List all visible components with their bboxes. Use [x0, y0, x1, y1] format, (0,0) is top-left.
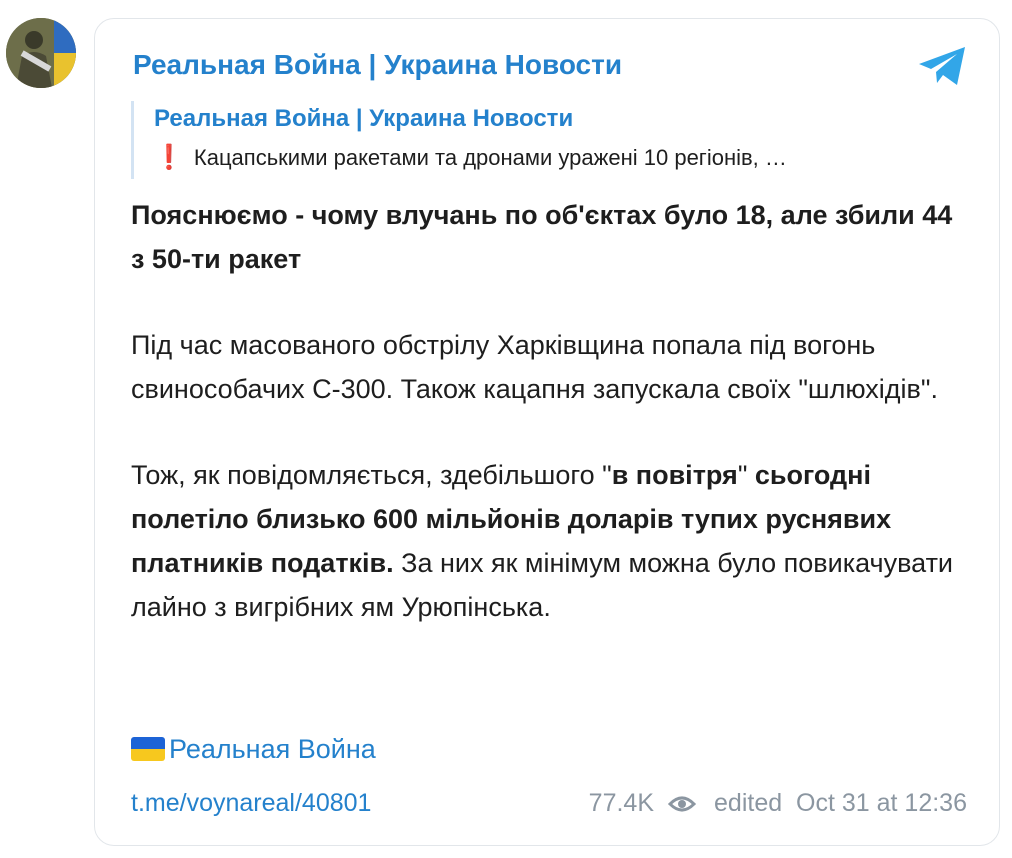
reply-title: Реальная Война | Украина Новости: [154, 105, 574, 132]
message-paragraph-3: Тож, як повідомляється, здебільшого "в п…: [131, 453, 961, 629]
signature-text: Реальная Война: [169, 734, 376, 764]
eye-icon: [668, 796, 697, 811]
reply-quote[interactable]: Реальная Война | Украина Новости ❗ Кацапс…: [131, 101, 957, 179]
exclamation-icon: ❗: [154, 144, 184, 171]
signature-link[interactable]: Реальная Война: [131, 734, 376, 765]
channel-name-link[interactable]: Реальная Война | Украина Новости: [133, 49, 622, 81]
avatar-image: [6, 18, 76, 88]
ukraine-flag-icon: [131, 737, 165, 761]
post-meta: 77.4K edited Oct 31 at 12:36: [589, 789, 967, 818]
message-card: Реальная Война | Украина Новости Реальна…: [94, 18, 1000, 846]
view-count: 77.4K: [588, 789, 655, 817]
message-body: Пояснюємо - чому влучань по об'єктах бул…: [131, 193, 961, 629]
edited-label: edited: [714, 789, 783, 817]
post-date: Oct 31 at 12:36: [796, 789, 967, 817]
message-paragraph-2: Під час масованого обстрілу Харківщина п…: [131, 330, 938, 404]
para3-prefix: Тож, як повідомляється, здебільшого ": [131, 460, 612, 490]
post-link[interactable]: t.me/voynareal/40801: [131, 789, 371, 818]
message-headline: Пояснюємо - чому влучань по об'єктах бул…: [131, 200, 953, 274]
para3-bold-1: в повітря: [611, 460, 738, 490]
reply-text: ❗ Кацапськими ракетами та дронами уражені…: [154, 143, 954, 172]
channel-avatar[interactable]: [6, 18, 76, 88]
para3-mid: ": [737, 460, 755, 490]
reply-snippet: Кацапськими ракетами та дронами уражені …: [193, 145, 787, 170]
telegram-plane-icon[interactable]: [917, 45, 969, 87]
